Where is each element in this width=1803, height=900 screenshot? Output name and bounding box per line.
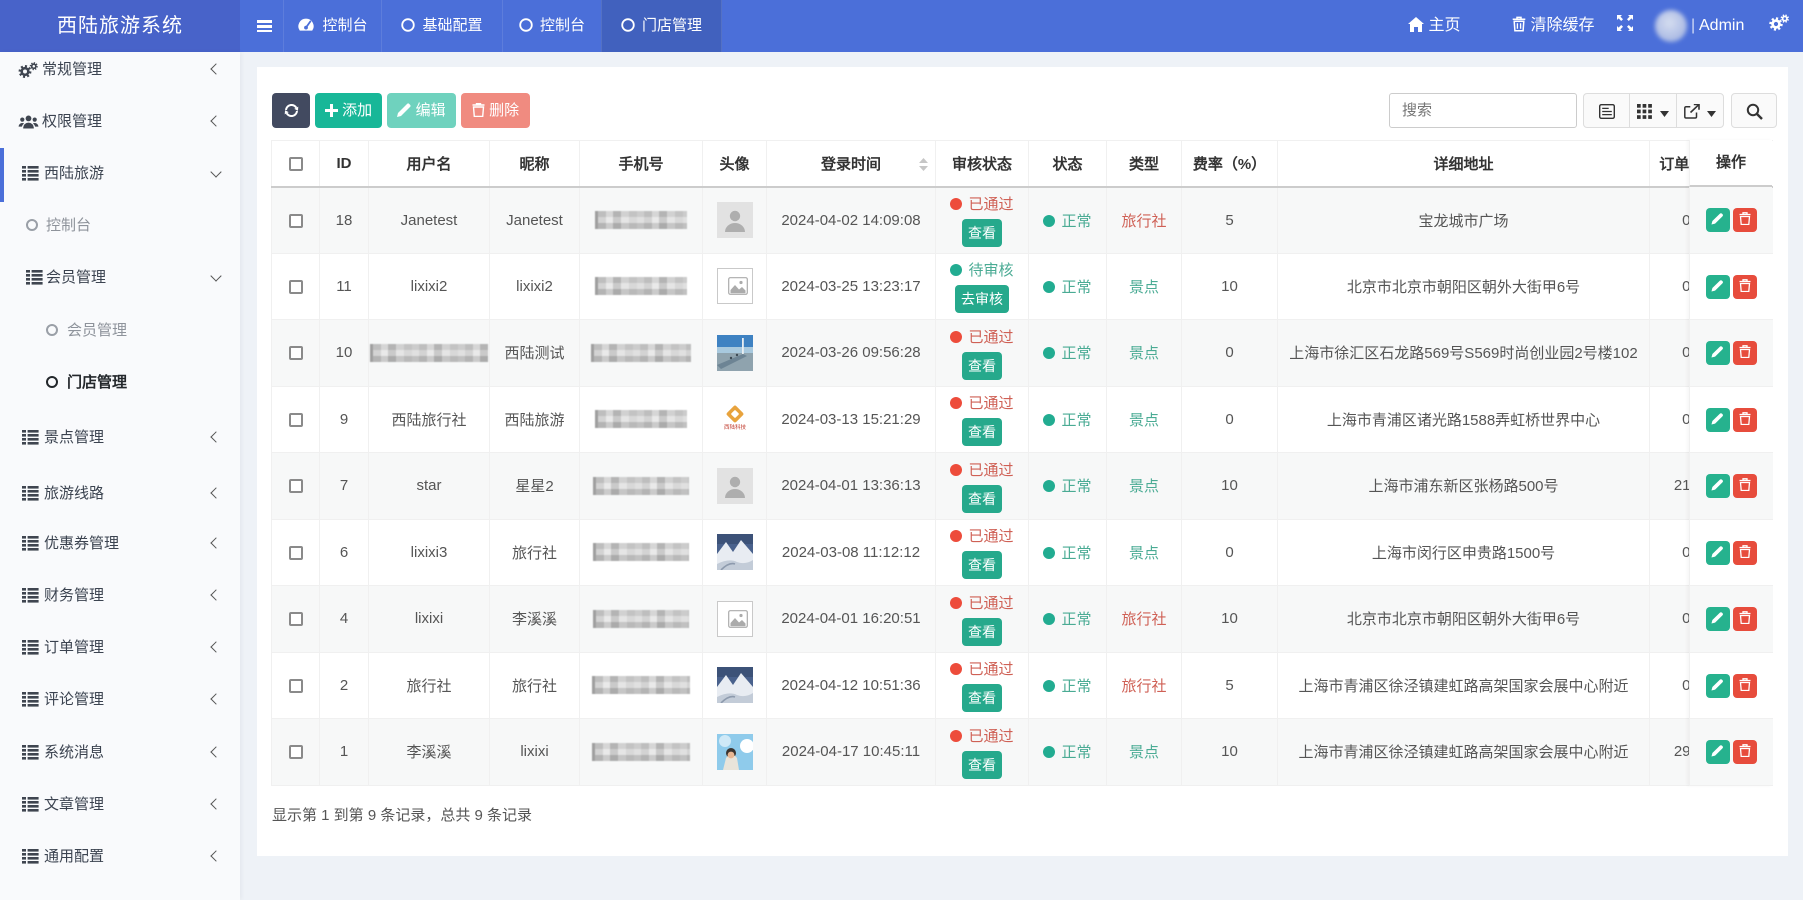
svg-text:西陆科技: 西陆科技	[723, 423, 746, 431]
